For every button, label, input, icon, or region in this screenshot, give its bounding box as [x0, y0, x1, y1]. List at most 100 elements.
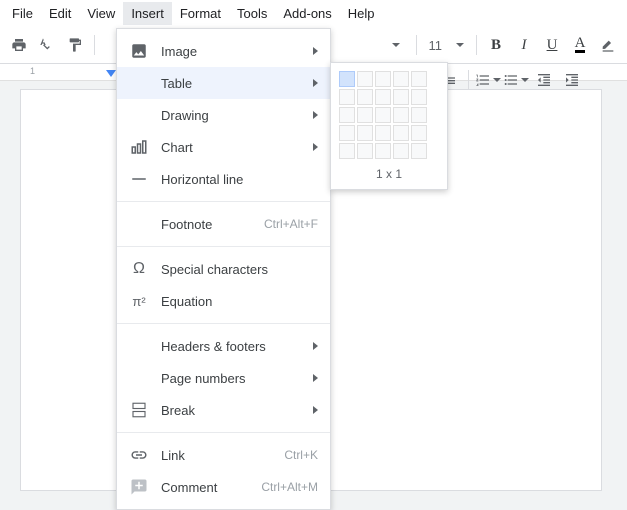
- menu-bar: FileEditViewInsertFormatToolsAdd-onsHelp: [0, 0, 627, 27]
- table-picker-cell[interactable]: [357, 125, 373, 141]
- menu-item-table[interactable]: Table: [117, 67, 330, 99]
- toolbar-separator: [476, 35, 477, 55]
- font-family-dropdown[interactable]: [372, 32, 410, 58]
- table-picker-cell[interactable]: [357, 107, 373, 123]
- menu-item-label: Drawing: [161, 108, 313, 123]
- menu-item-image[interactable]: Image: [117, 35, 330, 67]
- menu-item-equation[interactable]: π² Equation: [117, 285, 330, 317]
- blank-icon: [129, 368, 149, 388]
- numbered-list-button[interactable]: [475, 67, 501, 93]
- submenu-arrow-icon: [313, 47, 318, 55]
- table-picker-cell[interactable]: [339, 71, 355, 87]
- menu-edit[interactable]: Edit: [41, 2, 79, 25]
- table-picker-cell[interactable]: [375, 143, 391, 159]
- table-picker-label: 1 x 1: [339, 167, 439, 181]
- table-picker-cell[interactable]: [375, 89, 391, 105]
- menu-separator: [117, 246, 330, 247]
- submenu-arrow-icon: [313, 143, 318, 151]
- toolbar-separator: [416, 35, 417, 55]
- table-picker-cell[interactable]: [411, 89, 427, 105]
- insert-menu-dropdown: Image Table Drawing Chart Horizontal line Foo…: [116, 28, 331, 510]
- toolbar-separator: [468, 70, 469, 90]
- menu-item-comment[interactable]: CommentCtrl+Alt+M: [117, 471, 330, 503]
- menu-insert[interactable]: Insert: [123, 2, 172, 25]
- menu-item-label: Page numbers: [161, 371, 313, 386]
- menu-item-chart[interactable]: Chart: [117, 131, 330, 163]
- menu-item-shortcut: Ctrl+Alt+F: [264, 217, 318, 231]
- indent-marker-icon[interactable]: [106, 70, 116, 77]
- table-picker-cell[interactable]: [411, 71, 427, 87]
- chevron-down-icon: [493, 78, 501, 82]
- spellcheck-button[interactable]: [34, 32, 60, 58]
- menu-tools[interactable]: Tools: [229, 2, 275, 25]
- table-picker-cell[interactable]: [393, 89, 409, 105]
- text-color-button[interactable]: A: [567, 32, 593, 58]
- toolbar-row2: [436, 62, 585, 98]
- menu-item-label: Horizontal line: [161, 172, 318, 187]
- chevron-down-icon: [456, 43, 464, 47]
- menu-item-label: Headers & footers: [161, 339, 313, 354]
- submenu-arrow-icon: [313, 111, 318, 119]
- image-icon: [129, 41, 149, 61]
- table-picker-cell[interactable]: [411, 143, 427, 159]
- menu-item-page-numbers[interactable]: Page numbers: [117, 362, 330, 394]
- underline-button[interactable]: U: [539, 32, 565, 58]
- chevron-down-icon: [521, 78, 529, 82]
- menu-item-shortcut: Ctrl+Alt+M: [261, 480, 318, 494]
- menu-item-label: Image: [161, 44, 313, 59]
- menu-item-label: Footnote: [161, 217, 264, 232]
- table-picker-cell[interactable]: [375, 125, 391, 141]
- menu-item-label: Table: [161, 76, 313, 91]
- table-picker-cell[interactable]: [339, 143, 355, 159]
- highlight-color-button[interactable]: [595, 32, 621, 58]
- table-picker-cell[interactable]: [339, 107, 355, 123]
- table-picker-cell[interactable]: [393, 143, 409, 159]
- bold-button[interactable]: B: [483, 32, 509, 58]
- submenu-arrow-icon: [313, 342, 318, 350]
- menu-item-headers-footers[interactable]: Headers & footers: [117, 330, 330, 362]
- increase-indent-button[interactable]: [559, 67, 585, 93]
- table-picker-cell[interactable]: [393, 125, 409, 141]
- submenu-arrow-icon: [313, 374, 318, 382]
- table-picker-cell[interactable]: [357, 89, 373, 105]
- print-button[interactable]: [6, 32, 32, 58]
- menu-item-break[interactable]: Break: [117, 394, 330, 426]
- menu-item-footnote[interactable]: FootnoteCtrl+Alt+F: [117, 208, 330, 240]
- table-picker-cell[interactable]: [411, 107, 427, 123]
- break-icon: [129, 400, 149, 420]
- menu-item-link[interactable]: LinkCtrl+K: [117, 439, 330, 471]
- italic-button[interactable]: I: [511, 32, 537, 58]
- omega-icon: Ω: [129, 259, 149, 279]
- pi-icon: π²: [129, 291, 149, 311]
- table-picker-cell[interactable]: [411, 125, 427, 141]
- decrease-indent-button[interactable]: [531, 67, 557, 93]
- bulleted-list-button[interactable]: [503, 67, 529, 93]
- menu-item-label: Equation: [161, 294, 318, 309]
- blank-icon: [129, 214, 149, 234]
- font-size-value: 11: [429, 38, 443, 53]
- menu-separator: [117, 323, 330, 324]
- table-picker-cell[interactable]: [375, 71, 391, 87]
- submenu-arrow-icon: [313, 406, 318, 414]
- table-picker-cell[interactable]: [339, 125, 355, 141]
- table-picker-grid[interactable]: [339, 71, 439, 159]
- table-picker-cell[interactable]: [357, 71, 373, 87]
- menu-add-ons[interactable]: Add-ons: [275, 2, 339, 25]
- drawing-icon: [129, 105, 149, 125]
- menu-item-label: Break: [161, 403, 313, 418]
- table-picker-cell[interactable]: [393, 71, 409, 87]
- menu-help[interactable]: Help: [340, 2, 383, 25]
- menu-item-drawing[interactable]: Drawing: [117, 99, 330, 131]
- table-picker-cell[interactable]: [339, 89, 355, 105]
- table-picker-cell[interactable]: [357, 143, 373, 159]
- menu-item-special-characters[interactable]: ΩSpecial characters: [117, 253, 330, 285]
- menu-view[interactable]: View: [79, 2, 123, 25]
- menu-format[interactable]: Format: [172, 2, 229, 25]
- menu-file[interactable]: File: [4, 2, 41, 25]
- table-picker-cell[interactable]: [375, 107, 391, 123]
- table-picker-cell[interactable]: [393, 107, 409, 123]
- menu-item-horizontal-line[interactable]: Horizontal line: [117, 163, 330, 195]
- toolbar-separator: [94, 35, 95, 55]
- font-size-dropdown[interactable]: 11: [423, 32, 471, 58]
- paint-format-button[interactable]: [62, 32, 88, 58]
